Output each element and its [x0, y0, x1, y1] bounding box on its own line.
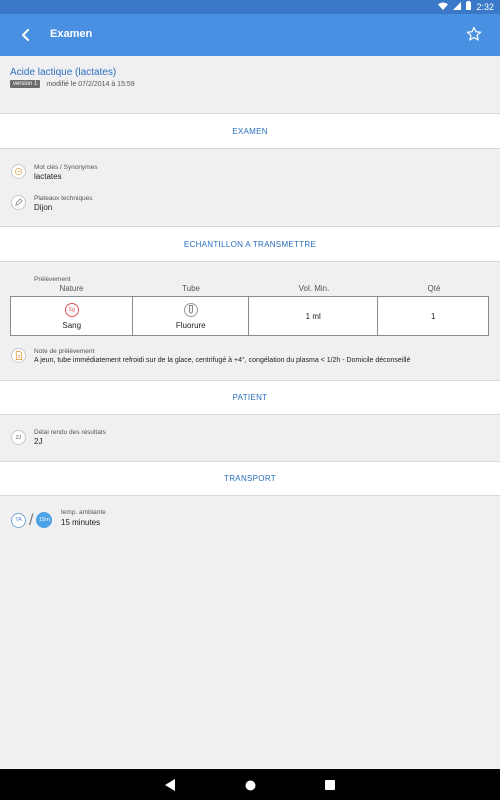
delai-label: Délai rendu des résultats [34, 429, 106, 436]
signal-icon [453, 1, 462, 12]
cell-qte: 1 [378, 297, 488, 335]
delai-badge: 2J [11, 430, 26, 445]
plateaux-value: Dijon [34, 203, 53, 212]
transport-icons: TA / 15m [11, 511, 53, 529]
nav-recents-icon[interactable] [321, 776, 339, 794]
nav-back-icon[interactable] [161, 776, 179, 794]
table-row: Sg Sang Fluorure 1 ml 1 [10, 296, 489, 336]
cell-vol-min: 1 ml [249, 297, 379, 335]
cell-tube: Fluorure [133, 297, 249, 335]
exam-header: Acide lactique (lactates) version 1 modi… [0, 56, 500, 112]
nav-home-icon[interactable] [241, 776, 259, 794]
time-badge: 15m [36, 512, 53, 528]
arrow-left-icon[interactable] [14, 23, 38, 47]
synonymes-label: Mot clés / Synonymes [34, 164, 98, 171]
section-echantillon-title: ECHANTILLON A TRANSMETTRE [183, 239, 317, 249]
section-examen-title: EXAMEN [232, 126, 268, 136]
star-outline-icon[interactable] [462, 22, 486, 46]
wifi-icon [438, 2, 449, 12]
modified-date: modifié le 07/2/2014 à 15:59 [46, 80, 135, 88]
navigation-bar [0, 769, 500, 800]
section-patient: PATIENT [0, 380, 500, 415]
pencil-icon [11, 195, 26, 210]
slash-separator: / [29, 511, 34, 529]
version-badge: version 1 [10, 80, 41, 88]
vol-min-value: 1 ml [305, 311, 321, 321]
document-icon [11, 348, 26, 363]
qte-value: 1 [430, 311, 436, 321]
temp-badge: TA [11, 512, 26, 528]
section-transport: TRANSPORT [0, 461, 500, 496]
time-value: 15 minutes [61, 518, 101, 527]
section-echantillon: ECHANTILLON A TRANSMETTRE [0, 226, 500, 262]
section-transport-title: TRANSPORT [224, 474, 276, 483]
keyword-icon [11, 164, 26, 179]
section-patient-title: PATIENT [232, 393, 268, 402]
plateaux-label: Plateaux techniques [34, 195, 93, 202]
header-nature: Nature [59, 284, 84, 293]
tube-value: Fluorure [175, 320, 206, 330]
note-value: A jeun, tube immédiatement refroidi sur … [34, 357, 411, 364]
exam-meta: version 1 modifié le 07/2/2014 à 15:59 [10, 80, 135, 88]
header-qte: Qté [427, 284, 441, 293]
status-time: 2:32 [476, 1, 494, 12]
cell-nature: Sg Sang [11, 297, 134, 335]
prelevement-table: Nature Tube Vol. Min. Qté Sg Sang Fluoru… [10, 284, 489, 336]
header-vol-min: Vol. Min. [298, 284, 330, 293]
header-tube: Tube [182, 284, 200, 293]
nature-badge: Sg [64, 302, 79, 317]
note-label: Note de prélèvement [34, 348, 95, 355]
temp-label: temp. ambiante [61, 509, 106, 516]
nature-value: Sang [62, 320, 82, 330]
section-examen: EXAMEN [0, 113, 500, 149]
synonymes-value: lactates [34, 172, 62, 181]
app-bar: Examen [0, 14, 500, 56]
battery-icon [466, 1, 472, 12]
table-header: Nature Tube Vol. Min. Qté [10, 284, 489, 296]
prelevement-label: Prélèvement [34, 276, 71, 283]
exam-name: Acide lactique (lactates) [10, 67, 117, 78]
tube-icon [183, 302, 198, 317]
page-title: Examen [50, 28, 93, 40]
delai-value: 2J [34, 437, 43, 446]
status-bar: 2:32 [0, 0, 500, 14]
